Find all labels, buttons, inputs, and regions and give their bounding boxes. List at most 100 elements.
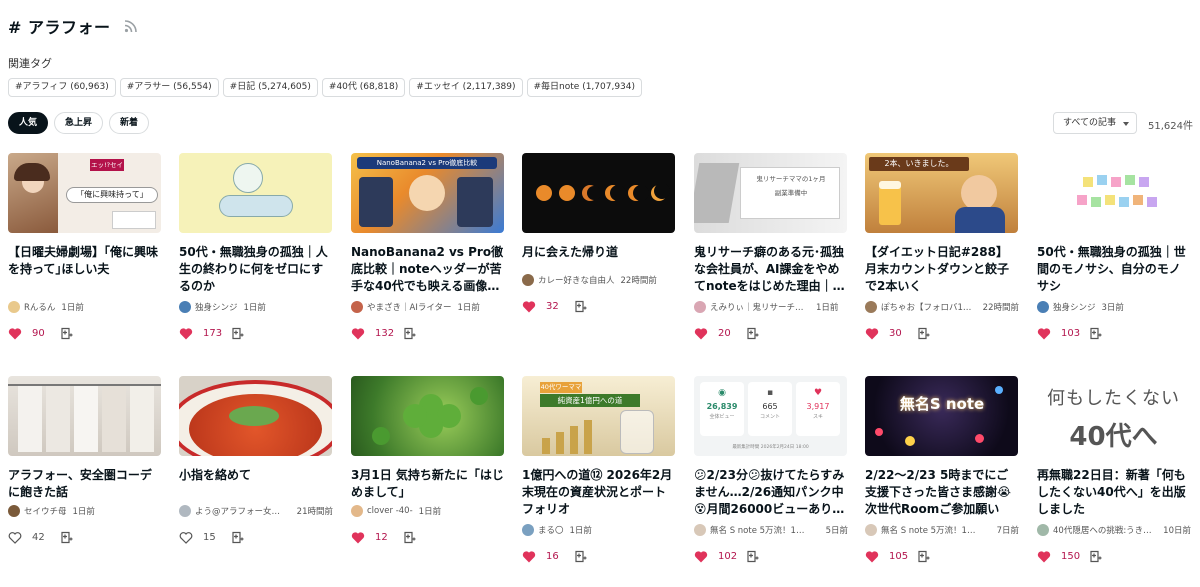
tag-chip[interactable]: #日記 (5,274,605) <box>222 78 318 97</box>
tab-popular[interactable]: 人気 <box>8 112 49 134</box>
tab-new[interactable]: 新着 <box>109 112 150 134</box>
avatar[interactable] <box>694 301 706 313</box>
avatar[interactable] <box>8 301 20 313</box>
avatar[interactable] <box>522 524 534 536</box>
thumbnail-image[interactable]: エッ!?セイ ｢俺に興味持って｣ <box>8 153 161 233</box>
heart-icon[interactable] <box>694 550 708 563</box>
magazine-add-icon[interactable] <box>917 327 930 340</box>
article-card[interactable]: 鬼リサーチママの1ヶ月 副業準備中 鬼リサーチ癖のある元･孤独な会社員が、AI課… <box>694 153 848 340</box>
article-title[interactable]: 再無職22日目：新著「何もしたくない40代へ」を出版しました <box>1037 467 1191 518</box>
avatar[interactable] <box>351 301 363 313</box>
avatar[interactable] <box>694 524 706 536</box>
tag-chip[interactable]: #エッセイ (2,117,389) <box>409 78 523 97</box>
heart-icon[interactable] <box>522 300 536 313</box>
thumbnail-image[interactable] <box>179 153 332 233</box>
article-card[interactable]: エッ!?セイ ｢俺に興味持って｣ 【日曜夫婦劇場】｢俺に興味を持って｣ほしい夫 … <box>8 153 162 340</box>
article-title[interactable]: 2/22〜2/23 5時までにご支援下さった皆さま感謝😭 次世代Roomご参加願… <box>865 467 1019 518</box>
rss-icon[interactable] <box>124 19 138 33</box>
thumbnail-image[interactable]: 何もしたくない 40代へ <box>1037 376 1190 456</box>
magazine-add-icon[interactable] <box>403 327 416 340</box>
article-card[interactable]: 50代・無職独身の孤独｜人生の終わりに何をゼロにするのか 独身シンジ 1日前 1… <box>179 153 333 340</box>
heart-icon[interactable] <box>351 531 365 544</box>
author-name[interactable]: カレー好きな自由人 <box>538 274 615 286</box>
tag-chip[interactable]: #アラフィフ (60,963) <box>8 78 116 97</box>
article-card[interactable]: ◉ 26,839 全体ビュー ▪ 665 コメント ♥ 3,917 スキ 最新集… <box>694 376 848 563</box>
author-name[interactable]: 独身シンジ <box>1053 301 1096 313</box>
avatar[interactable] <box>1037 524 1049 536</box>
thumbnail-image[interactable]: 無名S note <box>865 376 1018 456</box>
thumbnail-image[interactable] <box>1037 153 1190 233</box>
author-name[interactable]: よう@アラフォー女… <box>195 505 280 517</box>
author-name[interactable]: 無名 S note 5万流！1か… <box>710 524 810 536</box>
magazine-add-icon[interactable] <box>231 531 244 544</box>
thumbnail-image[interactable] <box>179 376 332 456</box>
author-name[interactable]: clover -40- <box>367 506 413 516</box>
author-name[interactable]: 40代隠居への挑戦:うき… <box>1053 524 1152 536</box>
article-card[interactable]: 50代・無職独身の孤独｜世間のモノサシ、自分のモノサシ 独身シンジ 3日前 10… <box>1037 153 1191 340</box>
author-name[interactable]: Rんるん <box>24 301 55 313</box>
avatar[interactable] <box>179 505 191 517</box>
thumbnail-image[interactable]: NanoBanana2 vs Pro徹底比較 <box>351 153 504 233</box>
article-card[interactable]: 小指を絡めて よう@アラフォー女… 21時間前 15 <box>179 376 333 544</box>
tag-chip[interactable]: #40代 (68,818) <box>321 78 406 97</box>
magazine-add-icon[interactable] <box>403 531 416 544</box>
article-title[interactable]: 鬼リサーチ癖のある元･孤独な会社員が、AI課金をやめてnoteをはじめた理由｜… <box>694 244 848 295</box>
thumbnail-image[interactable]: 鬼リサーチママの1ヶ月 副業準備中 <box>694 153 847 233</box>
author-name[interactable]: 独身シンジ <box>195 301 238 313</box>
magazine-add-icon[interactable] <box>917 550 930 563</box>
article-title[interactable]: 1億円への道⑫ 2026年2月末現在の資産状況とポートフォリオ <box>522 467 676 518</box>
heart-icon[interactable] <box>694 327 708 340</box>
avatar[interactable] <box>351 505 363 517</box>
magazine-add-icon[interactable] <box>1089 327 1102 340</box>
author-name[interactable]: えみりぃ｜鬼リサーチママ <box>710 301 810 313</box>
avatar[interactable] <box>522 274 534 286</box>
heart-icon[interactable] <box>1037 550 1051 563</box>
article-card[interactable]: 無名S note 2/22〜2/23 5時までにご支援下さった皆さま感謝😭 次世… <box>865 376 1019 563</box>
article-card[interactable]: 月に会えた帰り道 カレー好きな自由人 22時間前 32 <box>522 153 676 313</box>
article-card[interactable]: NanoBanana2 vs Pro徹底比較 NanoBanana2 vs Pr… <box>351 153 505 340</box>
thumbnail-image[interactable]: 40代ワーママ 純資産1億円への道 <box>522 376 675 456</box>
article-card[interactable]: 40代ワーママ 純資産1億円への道 1億円への道⑫ 2026年2月末現在の資産状… <box>522 376 676 563</box>
article-filter-select[interactable]: すべての記事 <box>1053 112 1137 134</box>
magazine-add-icon[interactable] <box>231 327 244 340</box>
author-name[interactable]: やまざき｜AIライター <box>367 301 451 313</box>
article-title[interactable]: 50代・無職独身の孤独｜世間のモノサシ、自分のモノサシ <box>1037 244 1191 295</box>
heart-icon[interactable] <box>351 327 365 340</box>
article-card[interactable]: 何もしたくない 40代へ 再無職22日目：新著「何もしたくない40代へ」を出版し… <box>1037 376 1191 563</box>
author-name[interactable]: セイウチ母 <box>24 505 67 517</box>
heart-icon[interactable] <box>522 550 536 563</box>
article-card[interactable]: 3月1日 気持ち新たに「はじめまして」 clover -40- 1日前 12 <box>351 376 505 544</box>
article-title[interactable]: 月に会えた帰り道 <box>522 244 676 295</box>
avatar[interactable] <box>865 301 877 313</box>
heart-icon[interactable] <box>1037 327 1051 340</box>
thumbnail-image[interactable]: ◉ 26,839 全体ビュー ▪ 665 コメント ♥ 3,917 スキ 最新集… <box>694 376 847 456</box>
magazine-add-icon[interactable] <box>1089 550 1102 563</box>
thumbnail-image[interactable] <box>8 376 161 456</box>
tab-trending[interactable]: 急上昇 <box>54 112 104 134</box>
heart-icon[interactable] <box>865 550 879 563</box>
article-card[interactable]: 2本、いきました。 【ダイエット日記#288】 月末カウントダウンと餃子で2本い… <box>865 153 1019 340</box>
magazine-add-icon[interactable] <box>574 550 587 563</box>
thumbnail-image[interactable] <box>351 376 504 456</box>
article-card[interactable]: アラフォー、安全圏コーデに飽きた話 セイウチ母 1日前 42 <box>8 376 162 544</box>
tag-chip[interactable]: #アラサー (56,554) <box>119 78 219 97</box>
magazine-add-icon[interactable] <box>60 327 73 340</box>
author-name[interactable]: ぽちゃお【フォロバ1… <box>881 301 971 313</box>
heart-icon[interactable] <box>8 327 22 340</box>
avatar[interactable] <box>8 505 20 517</box>
heart-outline-icon[interactable] <box>8 531 22 544</box>
thumbnail-image[interactable]: 2本、いきました。 <box>865 153 1018 233</box>
article-title[interactable]: NanoBanana2 vs Pro徹底比較｜noteヘッダーが苦手な40代でも… <box>351 244 505 295</box>
magazine-add-icon[interactable] <box>746 327 759 340</box>
magazine-add-icon[interactable] <box>60 531 73 544</box>
tag-chip[interactable]: #毎日note (1,707,934) <box>526 78 643 97</box>
avatar[interactable] <box>179 301 191 313</box>
article-title[interactable]: 50代・無職独身の孤独｜人生の終わりに何をゼロにするのか <box>179 244 333 295</box>
heart-outline-icon[interactable] <box>179 531 193 544</box>
author-name[interactable]: 無名 S note 5万流！1か… <box>881 524 981 536</box>
article-title[interactable]: 【ダイエット日記#288】 月末カウントダウンと餃子で2本いく <box>865 244 1019 295</box>
avatar[interactable] <box>1037 301 1049 313</box>
heart-icon[interactable] <box>179 327 193 340</box>
magazine-add-icon[interactable] <box>746 550 759 563</box>
author-name[interactable]: まる〇 <box>538 524 564 536</box>
